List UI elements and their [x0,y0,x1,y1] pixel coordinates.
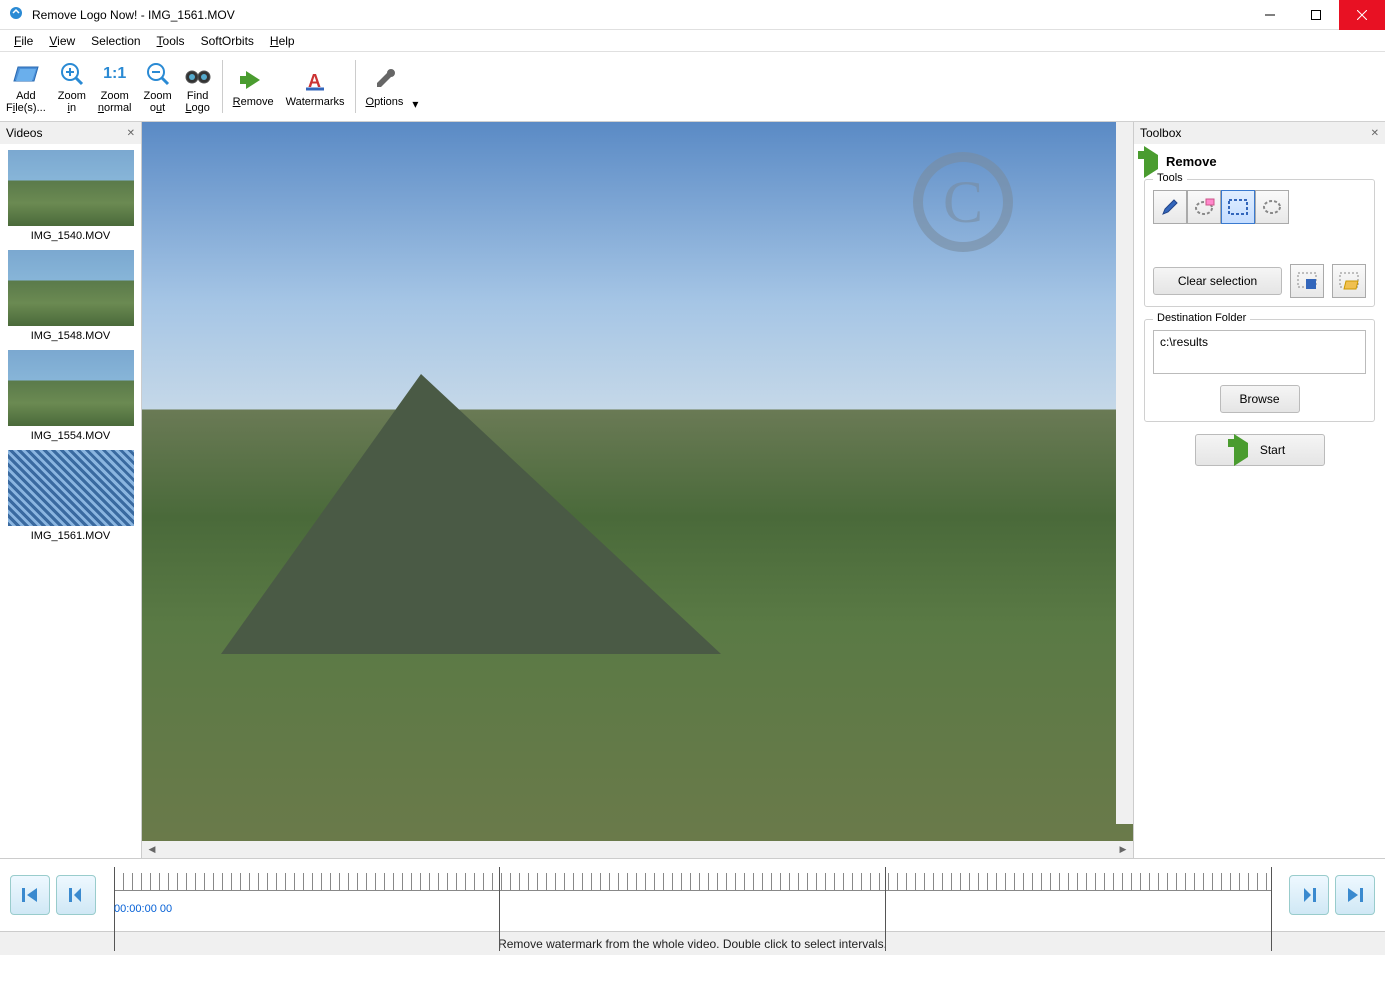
binoculars-icon [185,60,211,88]
add-files-icon [12,60,40,88]
toolbox-section-title: Remove [1166,154,1217,169]
rectangle-select-tool[interactable] [1221,190,1255,224]
menu-help[interactable]: Help [262,32,303,50]
timeline-current-time: 00:00:00 00 [114,903,172,915]
menubar: File View Selection Tools SoftOrbits Hel… [0,30,1385,52]
lasso-select-tool[interactable] [1255,190,1289,224]
thumbnail-caption: IMG_1548.MOV [4,330,137,342]
save-selection-icon [1296,271,1318,291]
main-preview: C ◀ ▶ [142,122,1133,858]
find-logo-button[interactable]: FindLogo [178,54,218,119]
video-thumb[interactable]: IMG_1554.MOV [4,350,137,442]
pencil-icon [1160,197,1180,217]
arrow-right-icon [246,66,260,94]
video-thumb[interactable]: IMG_1540.MOV [4,150,137,242]
wrench-icon [373,66,395,94]
options-button[interactable]: Options [360,54,410,119]
lasso-erase-tool[interactable] [1187,190,1221,224]
skip-forward-button[interactable] [1335,875,1375,915]
copyright-watermark-icon: C [913,152,1013,252]
timeline-track[interactable]: 00:00:00 00 [114,867,1271,923]
start-button[interactable]: Start [1195,434,1325,466]
menu-file[interactable]: File [6,32,41,50]
toolbar-separator [222,60,223,113]
arrow-right-icon [1234,443,1248,457]
rectangle-select-icon [1227,197,1249,217]
toolbox-title: Toolbox [1140,126,1181,140]
lasso-erase-icon [1193,197,1215,217]
skip-back-button[interactable] [10,875,50,915]
video-thumb[interactable]: IMG_1548.MOV [4,250,137,342]
menu-selection[interactable]: Selection [83,32,148,50]
close-icon[interactable]: ✕ [1371,128,1379,139]
window-title: Remove Logo Now! - IMG_1561.MOV [32,8,1247,22]
timeline-area: 00:00:00 00 Remove watermark from the wh… [0,858,1385,955]
menu-view[interactable]: View [41,32,83,50]
toolbar-overflow[interactable]: ▾ [409,54,421,119]
zoom-normal-button[interactable]: 1:1 Zoomnormal [92,54,138,119]
status-text: Remove watermark from the whole video. D… [498,937,887,951]
thumbnail-image [8,150,134,226]
skip-back-icon [19,884,41,906]
destination-label: Destination Folder [1153,312,1250,324]
close-button[interactable] [1339,0,1385,30]
next-frame-icon [1298,884,1320,906]
watermarks-button[interactable]: A Watermarks [280,54,351,119]
scroll-right-icon[interactable]: ▶ [1115,844,1131,855]
prev-frame-icon [65,884,87,906]
skip-forward-icon [1344,884,1366,906]
lasso-icon [1261,197,1283,217]
minimize-button[interactable] [1247,0,1293,30]
titlebar: Remove Logo Now! - IMG_1561.MOV [0,0,1385,30]
zoom-out-button[interactable]: Zoomout [138,54,178,119]
vertical-scrollbar[interactable] [1116,122,1133,824]
tools-label: Tools [1153,172,1187,184]
thumbnail-caption: IMG_1540.MOV [4,230,137,242]
destination-input[interactable] [1153,330,1366,374]
scroll-left-icon[interactable]: ◀ [144,844,160,855]
menu-tools[interactable]: Tools [149,32,193,50]
toolbar: AddFile(s)... Zoomin 1:1 Zoomnormal Zoom… [0,52,1385,122]
videos-panel-title: Videos [6,126,42,140]
tools-fieldset: Tools Clear selection [1144,179,1375,307]
video-preview[interactable]: C [142,122,1133,841]
close-icon[interactable]: ✕ [127,128,135,139]
remove-button[interactable]: Remove [227,54,280,119]
app-icon [8,5,24,24]
clear-selection-button[interactable]: Clear selection [1153,267,1282,295]
browse-button[interactable]: Browse [1220,385,1300,413]
zoom-normal-icon: 1:1 [103,60,126,88]
thumbnail-caption: IMG_1554.MOV [4,430,137,442]
watermark-text-icon: A [304,66,326,94]
prev-frame-button[interactable] [56,875,96,915]
thumbnail-caption: IMG_1561.MOV [4,530,137,542]
add-files-button[interactable]: AddFile(s)... [0,54,52,119]
video-thumbnails: IMG_1540.MOV IMG_1548.MOV IMG_1554.MOV I… [0,144,141,858]
save-selection-button[interactable] [1290,264,1324,298]
load-selection-icon [1338,271,1360,291]
pencil-tool[interactable] [1153,190,1187,224]
thumbnail-image [8,450,134,526]
thumbnail-image [8,250,134,326]
arrow-right-icon [1144,155,1158,169]
window-controls [1247,0,1385,30]
thumbnail-image [8,350,134,426]
zoom-out-icon [146,60,170,88]
destination-fieldset: Destination Folder Browse [1144,319,1375,422]
toolbar-separator [355,60,356,113]
zoom-in-icon [60,60,84,88]
toolbox-panel: Toolbox ✕ Remove Tools [1133,122,1385,858]
next-frame-button[interactable] [1289,875,1329,915]
status-bar: Remove watermark from the whole video. D… [0,931,1385,955]
menu-softorbits[interactable]: SoftOrbits [193,32,262,50]
horizontal-scrollbar[interactable]: ◀ ▶ [142,841,1133,858]
videos-panel: Videos ✕ IMG_1540.MOV IMG_1548.MOV IMG_1… [0,122,142,858]
maximize-button[interactable] [1293,0,1339,30]
video-thumb[interactable]: IMG_1561.MOV [4,450,137,542]
load-selection-button[interactable] [1332,264,1366,298]
zoom-in-button[interactable]: Zoomin [52,54,92,119]
